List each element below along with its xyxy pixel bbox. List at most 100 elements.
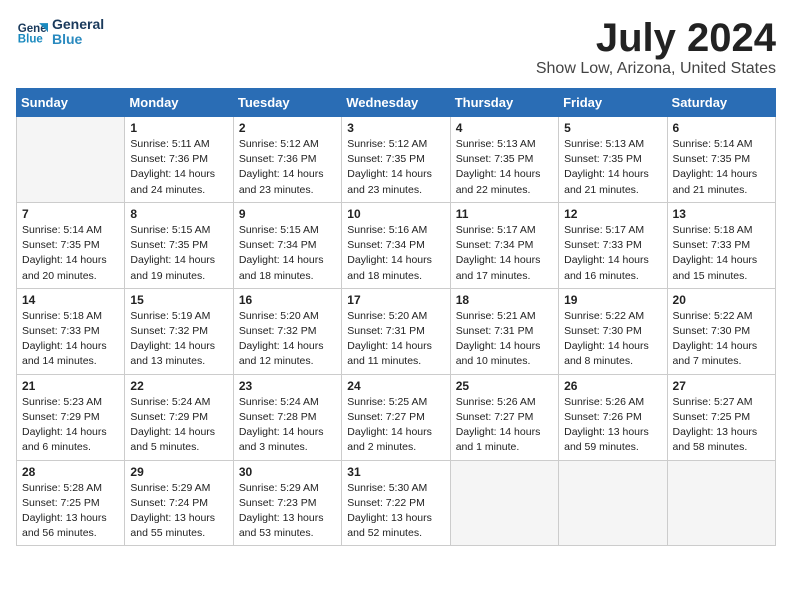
day-number: 6: [673, 121, 770, 135]
day-number: 20: [673, 293, 770, 307]
day-number: 2: [239, 121, 336, 135]
day-info: Sunrise: 5:13 AMSunset: 7:35 PMDaylight:…: [456, 137, 553, 198]
day-info: Sunrise: 5:26 AMSunset: 7:26 PMDaylight:…: [564, 395, 661, 456]
day-info: Sunrise: 5:22 AMSunset: 7:30 PMDaylight:…: [673, 309, 770, 370]
week-row-4: 28 Sunrise: 5:28 AMSunset: 7:25 PMDayligh…: [17, 460, 776, 546]
day-number: 5: [564, 121, 661, 135]
calendar-cell: 20 Sunrise: 5:22 AMSunset: 7:30 PMDayligh…: [667, 288, 775, 374]
day-number: 30: [239, 465, 336, 479]
day-info: Sunrise: 5:19 AMSunset: 7:32 PMDaylight:…: [130, 309, 227, 370]
col-header-monday: Monday: [125, 89, 233, 117]
day-number: 12: [564, 207, 661, 221]
calendar-cell: 25 Sunrise: 5:26 AMSunset: 7:27 PMDayligh…: [450, 374, 558, 460]
col-header-saturday: Saturday: [667, 89, 775, 117]
day-info: Sunrise: 5:20 AMSunset: 7:32 PMDaylight:…: [239, 309, 336, 370]
week-row-1: 7Sunrise: 5:14 AMSunset: 7:35 PMDaylight…: [17, 202, 776, 288]
week-row-3: 21 Sunrise: 5:23 AMSunset: 7:29 PMDayligh…: [17, 374, 776, 460]
col-header-thursday: Thursday: [450, 89, 558, 117]
day-info: Sunrise: 5:17 AMSunset: 7:33 PMDaylight:…: [564, 223, 661, 284]
calendar-cell: 7Sunrise: 5:14 AMSunset: 7:35 PMDaylight…: [17, 202, 125, 288]
calendar-body: 1 Sunrise: 5:11 AMSunset: 7:36 PMDaylight…: [17, 117, 776, 546]
header: General Blue General Blue July 2024 Show…: [16, 16, 776, 78]
day-info: Sunrise: 5:11 AMSunset: 7:36 PMDaylight:…: [130, 137, 227, 198]
day-info: Sunrise: 5:14 AMSunset: 7:35 PMDaylight:…: [673, 137, 770, 198]
calendar-cell: 15Sunrise: 5:19 AMSunset: 7:32 PMDayligh…: [125, 288, 233, 374]
day-info: Sunrise: 5:25 AMSunset: 7:27 PMDaylight:…: [347, 395, 444, 456]
day-number: 17: [347, 293, 444, 307]
day-info: Sunrise: 5:15 AMSunset: 7:34 PMDaylight:…: [239, 223, 336, 284]
day-info: Sunrise: 5:26 AMSunset: 7:27 PMDaylight:…: [456, 395, 553, 456]
day-number: 9: [239, 207, 336, 221]
calendar-cell: 10 Sunrise: 5:16 AMSunset: 7:34 PMDayligh…: [342, 202, 450, 288]
calendar-cell: 4 Sunrise: 5:13 AMSunset: 7:35 PMDaylight…: [450, 117, 558, 203]
day-number: 25: [456, 379, 553, 393]
day-info: Sunrise: 5:21 AMSunset: 7:31 PMDaylight:…: [456, 309, 553, 370]
calendar-cell: 6 Sunrise: 5:14 AMSunset: 7:35 PMDaylight…: [667, 117, 775, 203]
day-number: 23: [239, 379, 336, 393]
day-info: Sunrise: 5:24 AMSunset: 7:29 PMDaylight:…: [130, 395, 227, 456]
logo: General Blue General Blue: [16, 16, 104, 48]
logo-blue: Blue: [52, 32, 104, 47]
logo-icon: General Blue: [16, 16, 48, 48]
day-info: Sunrise: 5:15 AMSunset: 7:35 PMDaylight:…: [130, 223, 227, 284]
day-info: Sunrise: 5:18 AMSunset: 7:33 PMDaylight:…: [673, 223, 770, 284]
title-area: July 2024 Show Low, Arizona, United Stat…: [536, 16, 776, 78]
calendar-cell: 1 Sunrise: 5:11 AMSunset: 7:36 PMDaylight…: [125, 117, 233, 203]
calendar-cell: 28 Sunrise: 5:28 AMSunset: 7:25 PMDayligh…: [17, 460, 125, 546]
day-info: Sunrise: 5:12 AMSunset: 7:35 PMDaylight:…: [347, 137, 444, 198]
svg-text:Blue: Blue: [18, 34, 44, 46]
calendar-cell: 3 Sunrise: 5:12 AMSunset: 7:35 PMDaylight…: [342, 117, 450, 203]
day-number: 26: [564, 379, 661, 393]
calendar-table: SundayMondayTuesdayWednesdayThursdayFrid…: [16, 88, 776, 546]
calendar-cell: 26 Sunrise: 5:26 AMSunset: 7:26 PMDayligh…: [559, 374, 667, 460]
day-number: 3: [347, 121, 444, 135]
calendar-cell: 17Sunrise: 5:20 AMSunset: 7:31 PMDayligh…: [342, 288, 450, 374]
calendar-cell: 22Sunrise: 5:24 AMSunset: 7:29 PMDayligh…: [125, 374, 233, 460]
day-info: Sunrise: 5:13 AMSunset: 7:35 PMDaylight:…: [564, 137, 661, 198]
week-row-2: 14Sunrise: 5:18 AMSunset: 7:33 PMDayligh…: [17, 288, 776, 374]
logo-general: General: [52, 17, 104, 32]
day-info: Sunrise: 5:16 AMSunset: 7:34 PMDaylight:…: [347, 223, 444, 284]
calendar-cell: 14Sunrise: 5:18 AMSunset: 7:33 PMDayligh…: [17, 288, 125, 374]
calendar-cell: 29Sunrise: 5:29 AMSunset: 7:24 PMDayligh…: [125, 460, 233, 546]
calendar-cell: 21 Sunrise: 5:23 AMSunset: 7:29 PMDayligh…: [17, 374, 125, 460]
day-info: Sunrise: 5:24 AMSunset: 7:28 PMDaylight:…: [239, 395, 336, 456]
calendar-cell: 27Sunrise: 5:27 AMSunset: 7:25 PMDayligh…: [667, 374, 775, 460]
calendar-cell: 23 Sunrise: 5:24 AMSunset: 7:28 PMDayligh…: [233, 374, 341, 460]
day-number: 21: [22, 379, 119, 393]
calendar-header-row: SundayMondayTuesdayWednesdayThursdayFrid…: [17, 89, 776, 117]
day-number: 24: [347, 379, 444, 393]
day-info: Sunrise: 5:29 AMSunset: 7:24 PMDaylight:…: [130, 481, 227, 542]
week-row-0: 1 Sunrise: 5:11 AMSunset: 7:36 PMDaylight…: [17, 117, 776, 203]
calendar-cell: 19 Sunrise: 5:22 AMSunset: 7:30 PMDayligh…: [559, 288, 667, 374]
day-info: Sunrise: 5:14 AMSunset: 7:35 PMDaylight:…: [22, 223, 119, 284]
day-info: Sunrise: 5:22 AMSunset: 7:30 PMDaylight:…: [564, 309, 661, 370]
day-number: 10: [347, 207, 444, 221]
location: Show Low, Arizona, United States: [536, 60, 776, 78]
day-info: Sunrise: 5:23 AMSunset: 7:29 PMDaylight:…: [22, 395, 119, 456]
day-info: Sunrise: 5:17 AMSunset: 7:34 PMDaylight:…: [456, 223, 553, 284]
day-info: Sunrise: 5:30 AMSunset: 7:22 PMDaylight:…: [347, 481, 444, 542]
day-number: 1: [130, 121, 227, 135]
day-number: 19: [564, 293, 661, 307]
day-info: Sunrise: 5:12 AMSunset: 7:36 PMDaylight:…: [239, 137, 336, 198]
day-number: 16: [239, 293, 336, 307]
day-number: 31: [347, 465, 444, 479]
calendar-cell: [559, 460, 667, 546]
day-number: 14: [22, 293, 119, 307]
calendar-cell: 2 Sunrise: 5:12 AMSunset: 7:36 PMDaylight…: [233, 117, 341, 203]
calendar-cell: 11 Sunrise: 5:17 AMSunset: 7:34 PMDayligh…: [450, 202, 558, 288]
day-info: Sunrise: 5:29 AMSunset: 7:23 PMDaylight:…: [239, 481, 336, 542]
calendar-cell: 5 Sunrise: 5:13 AMSunset: 7:35 PMDaylight…: [559, 117, 667, 203]
day-number: 4: [456, 121, 553, 135]
day-number: 28: [22, 465, 119, 479]
day-number: 13: [673, 207, 770, 221]
col-header-tuesday: Tuesday: [233, 89, 341, 117]
day-number: 18: [456, 293, 553, 307]
day-number: 8: [130, 207, 227, 221]
calendar-cell: 30 Sunrise: 5:29 AMSunset: 7:23 PMDayligh…: [233, 460, 341, 546]
calendar-cell: 24 Sunrise: 5:25 AMSunset: 7:27 PMDayligh…: [342, 374, 450, 460]
col-header-sunday: Sunday: [17, 89, 125, 117]
day-info: Sunrise: 5:28 AMSunset: 7:25 PMDaylight:…: [22, 481, 119, 542]
day-number: 11: [456, 207, 553, 221]
